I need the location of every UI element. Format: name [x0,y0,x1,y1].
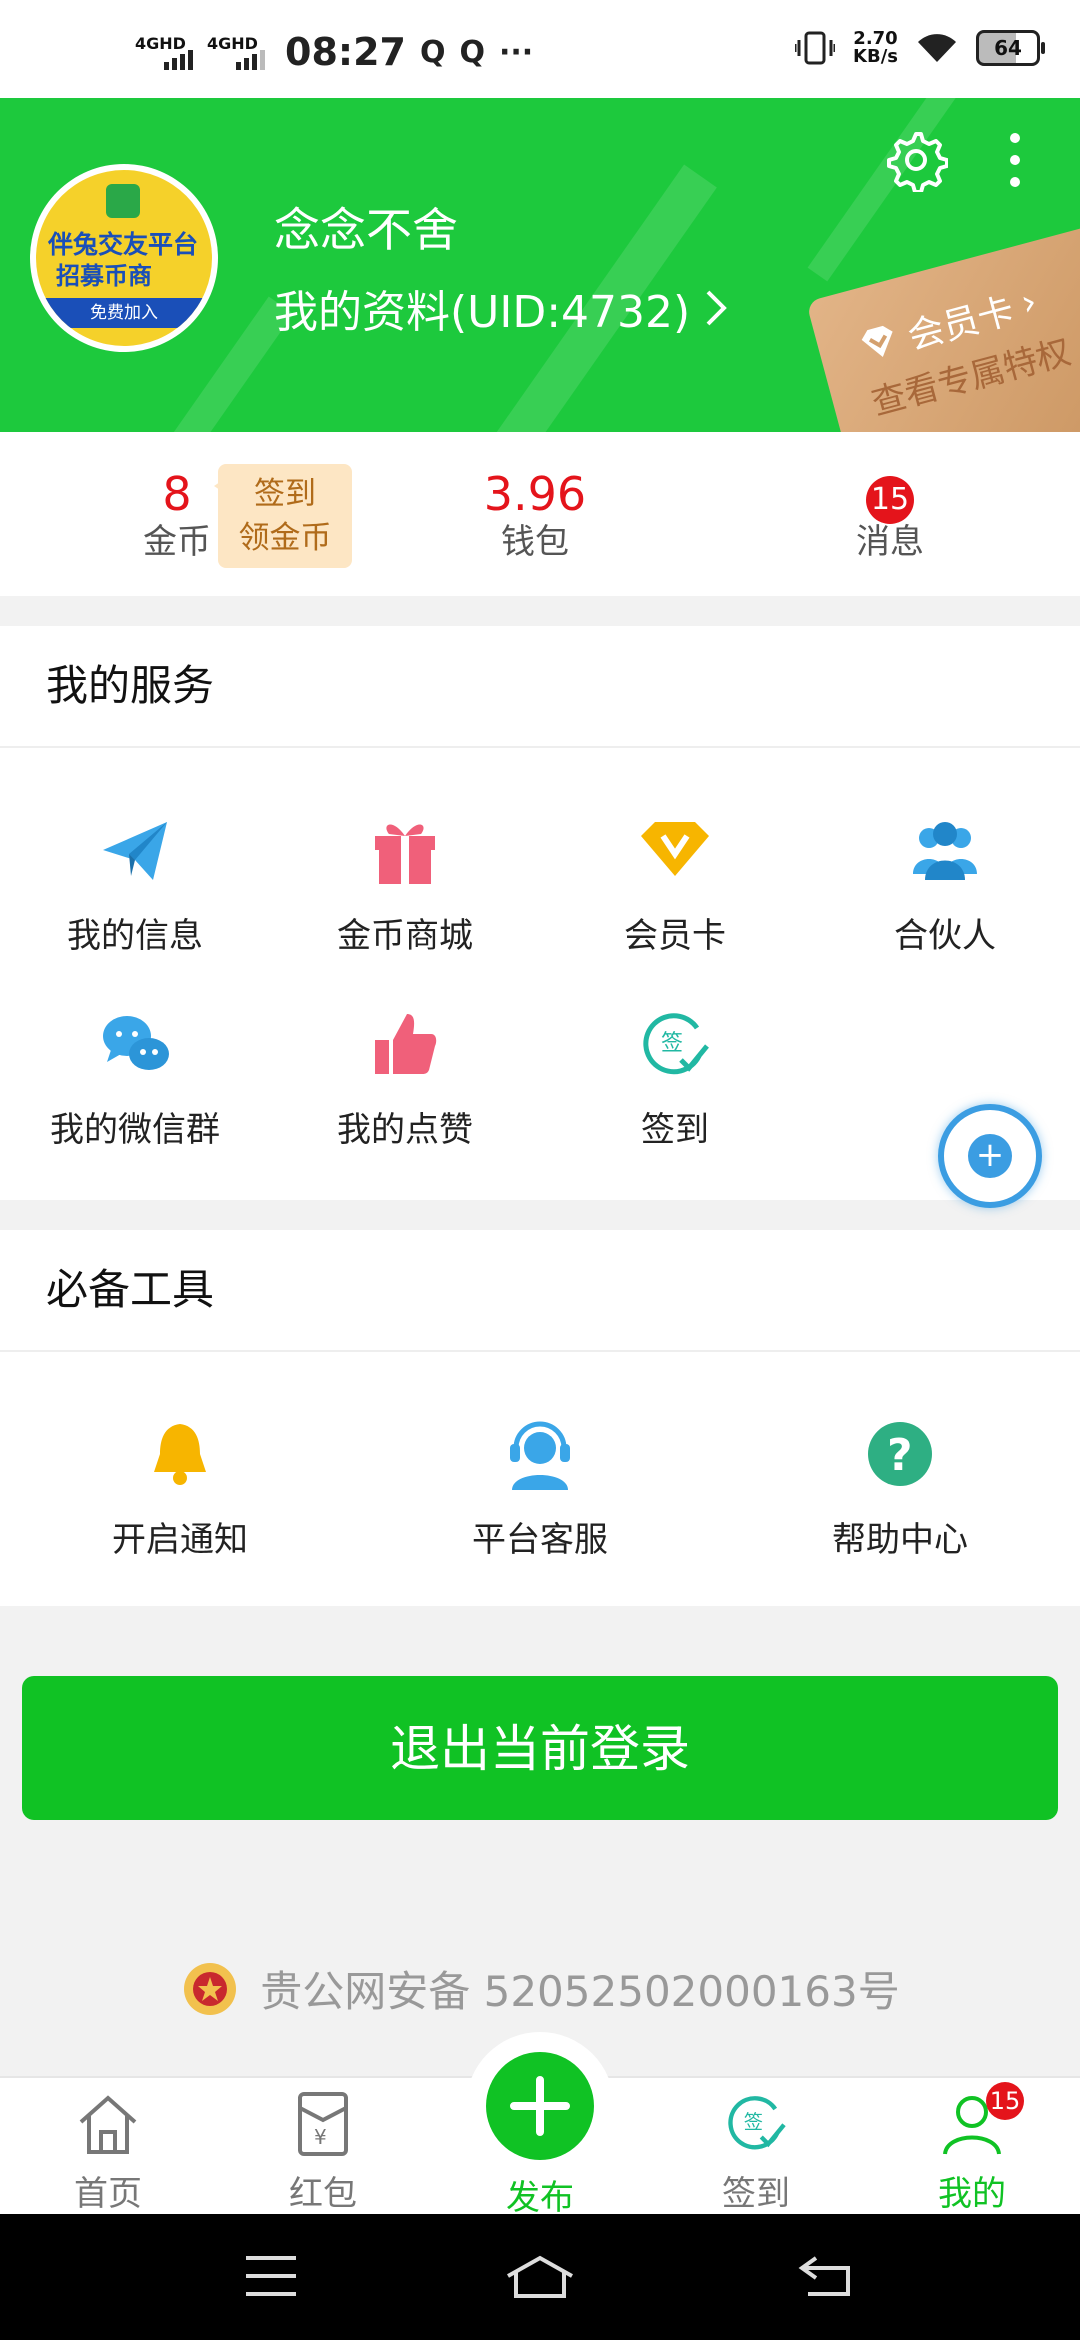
icp-footer: 贵公网安备 52052502000163号 [0,1958,1080,2019]
battery-indicator: 64 [976,30,1045,66]
wallet-stat[interactable]: 3.96 钱包 [460,468,610,564]
tools-title: 必备工具 [0,1230,1080,1352]
messages-stat[interactable]: 消息 [840,520,940,564]
svg-text:?: ? [887,1430,913,1481]
service-label: 我的微信群 [50,1110,220,1150]
avatar[interactable]: 伴兔交友平台 招募币商 免费加入 [30,164,218,352]
tab-label: 签到 [722,2174,790,2214]
more-notifications-icon: ··· [499,34,534,70]
wechat-icon [103,1016,169,1070]
stats-bar: 8 金币 3.96 钱包 消息 [0,432,1080,596]
app-logo-icon [106,184,140,218]
partners-icon [913,822,977,880]
headset-icon [510,1421,570,1490]
red-packet-icon: ¥ [298,2092,348,2156]
service-vip-card[interactable]: 会员卡 [540,810,810,957]
logout-button[interactable]: 退出当前登录 [22,1676,1058,1820]
more-vertical-icon[interactable] [1000,128,1030,192]
checkin-reward-button[interactable]: 签到 领金币 [214,464,352,568]
wallet-label: 钱包 [501,522,569,562]
service-coin-mall[interactable]: 金币商城 [270,810,540,957]
tool-label: 帮助中心 [832,1520,968,1560]
service-wechat-group[interactable]: 我的微信群 [0,1004,270,1151]
profile-header: 伴兔交友平台 招募币商 免费加入 念念不舍 我的资料(UID:4732) 会员卡… [0,98,1080,432]
tab-label: 我的 [938,2174,1006,2214]
status-bar: 4GHD 4GHD 08:27 Q Q ··· 2.70 KB/s 64 [0,0,1080,98]
menu-icon[interactable] [244,2254,298,2298]
police-badge-icon [184,1962,237,2015]
tool-enable-notifications[interactable]: 开启通知 [45,1414,315,1561]
back-icon[interactable] [798,2254,852,2298]
thumbs-up-icon [375,1014,437,1074]
service-label: 我的信息 [67,916,203,956]
services-section: 我的服务 我的信息 金币商城 会员卡 合伙人 我的微信群 我的点赞 签 签到 [0,626,1080,1200]
gift-icon [375,824,435,884]
q-notification-icon: Q [419,34,446,70]
tab-label: 首页 [74,2174,142,2214]
tab-checkin[interactable]: 签 签到 [686,2088,826,2215]
messages-badge: 15 [866,476,914,524]
service-label: 金币商城 [337,916,473,956]
tab-label: 红包 [289,2174,357,2214]
gear-icon[interactable] [884,128,948,192]
signal-icon: 4GHD [135,32,193,72]
clock: 08:27 [285,30,406,74]
wifi-icon [918,34,956,62]
checkin-icon: 签 [643,1013,709,1075]
service-label: 合伙人 [894,916,996,956]
tool-help-center[interactable]: ? 帮助中心 [765,1414,1035,1561]
plus-icon [510,2076,570,2136]
tab-home[interactable]: 首页 [38,2088,178,2215]
icp-text: 贵公网安备 52052502000163号 [260,1967,900,2016]
floating-action-button[interactable]: + [938,1104,1042,1208]
tool-label: 开启通知 [112,1520,248,1560]
mine-badge: 15 [986,2082,1024,2120]
bell-icon [154,1424,206,1485]
tab-red-packet[interactable]: ¥ 红包 [253,2088,393,2215]
profile-link-label: 我的资料(UID:4732) [274,287,691,338]
service-label: 我的点赞 [337,1110,473,1150]
system-nav-bar [0,2214,1080,2340]
service-my-info[interactable]: 我的信息 [0,810,270,957]
avatar-band-text: 免费加入 [36,298,212,328]
tools-section: 必备工具 开启通知 平台客服 ? 帮助中心 [0,1230,1080,1606]
coins-value: 8 [162,467,192,521]
service-partner[interactable]: 合伙人 [810,810,1080,957]
service-label: 会员卡 [624,916,726,956]
paper-plane-icon [103,822,167,880]
messages-label: 消息 [856,522,924,562]
diamond-v-icon [641,822,709,876]
service-label: 签到 [641,1110,709,1150]
chevron-right-icon: › [1016,280,1042,324]
vibrate-icon [795,31,836,65]
publish-button[interactable] [486,2052,594,2160]
coins-label: 金币 [143,522,211,562]
plus-icon: + [968,1134,1012,1178]
svg-text:签: 签 [661,1031,683,1056]
my-profile-link[interactable]: 我的资料(UID:4732) [274,276,728,340]
chevron-right-icon [706,290,728,326]
q-notification-icon-2: Q [459,34,485,70]
service-checkin[interactable]: 签 签到 [540,1004,810,1151]
tool-customer-service[interactable]: 平台客服 [405,1414,675,1561]
home-nav-icon[interactable] [504,2254,576,2298]
checkin-line-2: 领金币 [238,520,332,556]
svg-text:签: 签 [744,2110,763,2133]
diamond-icon [861,325,893,357]
home-icon [79,2095,137,2154]
signal-icon-2: 4GHD [207,32,265,72]
avatar-text-2: 招募币商 [56,262,152,290]
wallet-value: 3.96 [483,467,587,521]
username: 念念不舍 [274,203,458,257]
services-title: 我的服务 [0,626,1080,748]
checkin-line-1: 签到 [254,476,316,512]
svg-text:¥: ¥ [314,2125,327,2149]
help-icon: ? [868,1422,932,1486]
service-my-likes[interactable]: 我的点赞 [270,1004,540,1151]
network-speed: 2.70 KB/s [853,28,898,67]
tool-label: 平台客服 [472,1520,608,1560]
checkin-icon: 签 [728,2096,786,2150]
